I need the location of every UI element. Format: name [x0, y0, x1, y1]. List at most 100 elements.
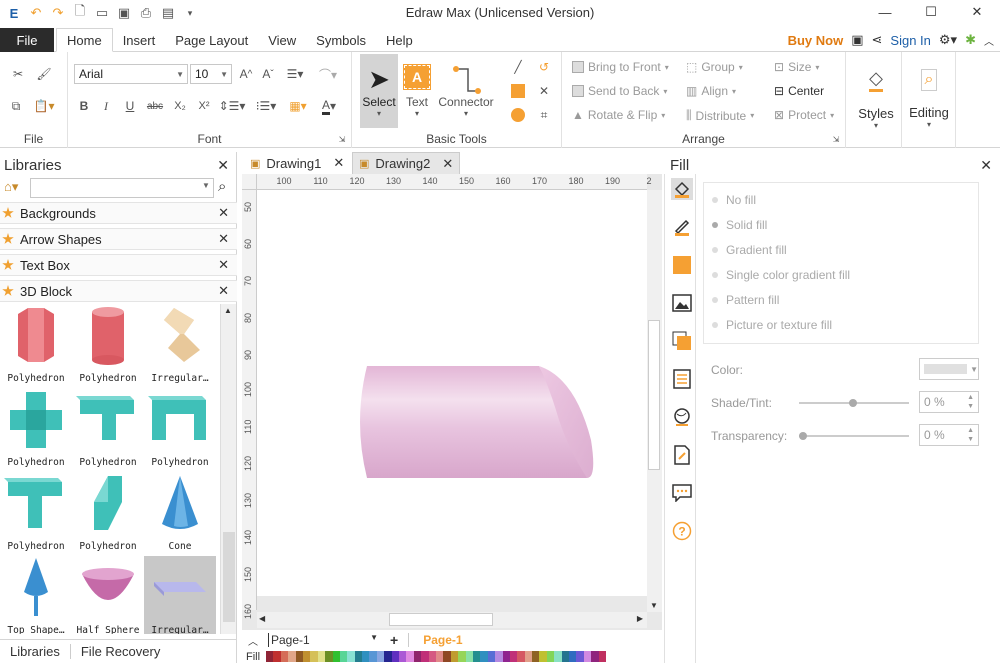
palette-swatch[interactable]	[413, 651, 422, 662]
tab-file[interactable]: File	[0, 28, 54, 52]
palette-swatch[interactable]	[517, 651, 525, 662]
italic-button[interactable]: I	[98, 96, 114, 116]
settings-gear-icon[interactable]: ⚙▾	[939, 32, 957, 48]
cart-icon[interactable]: ▣	[851, 32, 863, 48]
protect-button[interactable]: ⊠ Protect ▾	[774, 108, 834, 122]
fill-option-picture-texture[interactable]: Picture or texture fill	[712, 318, 832, 332]
shape-polyhedron-corner[interactable]: Polyhedron	[72, 472, 144, 554]
palette-swatch[interactable]	[591, 651, 599, 662]
fill-option-gradient-fill[interactable]: Gradient fill	[712, 243, 787, 257]
fill-option-solid-fill[interactable]: Solid fill	[712, 218, 767, 232]
palette-swatch[interactable]	[384, 651, 392, 662]
shape-irregular-selected[interactable]: Irregular…	[144, 556, 216, 634]
sign-in-link[interactable]: Sign In	[890, 33, 930, 48]
rotate-flip-button[interactable]: ▲ Rotate & Flip ▾	[572, 108, 665, 122]
text-highlight-icon[interactable]: ▦▾	[284, 96, 312, 116]
palette-swatch[interactable]	[325, 651, 333, 662]
library-category-3d-block[interactable]: 3D Block ✕	[0, 280, 237, 302]
export-icon[interactable]: ▤	[158, 3, 178, 23]
library-scrollbar[interactable]: ▲	[220, 304, 236, 634]
text-tool-button[interactable]: A Text ▾	[400, 56, 434, 126]
editing-button[interactable]: ⌕ Editing ▾	[906, 56, 952, 142]
palette-swatch[interactable]	[583, 651, 592, 662]
image-icon[interactable]	[671, 292, 693, 314]
palette-swatch[interactable]	[399, 651, 407, 662]
color-palette[interactable]	[266, 651, 606, 662]
globe-icon[interactable]	[671, 406, 693, 428]
app-logo-icon[interactable]: E	[4, 3, 24, 23]
fill-option-single-color-gradient[interactable]: Single color gradient fill	[712, 268, 850, 282]
canvas-hscroll-thumb[interactable]	[389, 613, 493, 626]
palette-swatch[interactable]	[509, 651, 518, 662]
fill-option-no-fill[interactable]: No fill	[712, 193, 756, 207]
shape-cone[interactable]: Cone	[144, 472, 216, 554]
close-icon[interactable]: ✕	[218, 283, 229, 299]
shape-polyhedron-cross[interactable]: Polyhedron	[0, 388, 72, 470]
shape-irregular-tan[interactable]: Irregular…	[144, 304, 216, 386]
palette-swatch[interactable]	[480, 651, 488, 662]
underline-button[interactable]: U	[122, 96, 138, 116]
scroll-up-icon[interactable]: ▲	[224, 306, 232, 315]
palette-swatch[interactable]	[317, 651, 326, 662]
palette-swatch[interactable]	[369, 651, 377, 662]
font-color-icon[interactable]: A ▾	[316, 96, 342, 116]
bring-to-front-button[interactable]: Bring to Front ▾	[572, 60, 669, 74]
palette-swatch[interactable]	[487, 651, 496, 662]
shrink-font-icon[interactable]: Aˇ	[258, 64, 278, 84]
superscript-button[interactable]: X²	[194, 96, 214, 116]
shape-half-sphere[interactable]: Half Sphere	[72, 556, 144, 634]
palette-swatch[interactable]	[450, 651, 459, 662]
palette-swatch[interactable]	[339, 651, 348, 662]
palette-swatch[interactable]	[354, 651, 363, 662]
page-tab[interactable]: Page-1	[423, 633, 462, 647]
palette-swatch[interactable]	[443, 651, 451, 662]
fill-panel-close-icon[interactable]: ✕	[980, 157, 992, 174]
tab-insert[interactable]: Insert	[113, 28, 166, 52]
fill-paint-bucket-icon[interactable]	[671, 178, 693, 200]
share-icon[interactable]: ⋖	[872, 32, 883, 48]
search-icon[interactable]: ⌕	[218, 178, 226, 195]
shade-tint-slider-handle[interactable]	[849, 399, 857, 407]
palette-swatch[interactable]	[495, 651, 503, 662]
palette-swatch[interactable]	[598, 651, 606, 662]
strikethrough-button[interactable]: abc	[144, 96, 166, 116]
line-tool-icon[interactable]: ╱	[508, 58, 528, 76]
center-button[interactable]: ⊟ Center	[774, 84, 824, 98]
library-scroll-thumb[interactable]	[223, 532, 235, 622]
tab-libraries[interactable]: Libraries	[0, 644, 70, 659]
canvas-vscroll-thumb[interactable]	[648, 320, 660, 470]
print-icon[interactable]: ⎙	[136, 3, 156, 23]
theme-icon[interactable]: ✱	[965, 32, 976, 48]
close-icon[interactable]: ✕	[442, 156, 453, 172]
styles-button[interactable]: ◇ Styles ▾	[856, 56, 896, 142]
new-file-icon[interactable]: 🗋	[70, 3, 90, 23]
grow-font-icon[interactable]: A ^	[236, 64, 256, 84]
page-select[interactable]: Page-1 ▼	[268, 633, 378, 647]
customize-qat-icon[interactable]: ▾	[180, 3, 200, 23]
palette-swatch[interactable]	[376, 651, 385, 662]
palette-swatch[interactable]	[435, 651, 444, 662]
palette-swatch[interactable]	[406, 651, 414, 662]
buy-now-link[interactable]: Buy Now	[788, 33, 844, 48]
line-spacing-icon[interactable]: ⌒▾	[314, 64, 342, 84]
palette-swatch[interactable]	[347, 651, 355, 662]
help-question-icon[interactable]: ?	[671, 520, 693, 542]
size-button[interactable]: ⊡ Size ▾	[774, 60, 819, 74]
close-icon[interactable]: ✕	[218, 257, 229, 273]
connector-tool-button[interactable]: Connector ▾	[436, 56, 496, 126]
arrange-dialog-launcher-icon[interactable]: ⇲	[831, 134, 841, 144]
line-pen-icon[interactable]	[671, 216, 693, 238]
shape-polyhedron-red-cylinder[interactable]: Polyhedron	[72, 304, 144, 386]
palette-swatch[interactable]	[554, 651, 562, 662]
palette-swatch[interactable]	[472, 651, 481, 662]
cross-tool-icon[interactable]: ✕	[534, 82, 554, 100]
palette-swatch[interactable]	[391, 651, 400, 662]
library-category-text-box[interactable]: Text Box ✕	[0, 254, 237, 276]
fill-option-pattern-fill[interactable]: Pattern fill	[712, 293, 779, 307]
subscript-button[interactable]: X₂	[170, 96, 190, 116]
align-button[interactable]: ▥ Align ▾	[686, 84, 736, 98]
shadow-square-icon[interactable]	[671, 254, 693, 276]
paste-icon[interactable]: 📋▾	[30, 96, 58, 116]
comment-icon[interactable]	[671, 482, 693, 504]
bold-button[interactable]: B	[76, 96, 92, 116]
